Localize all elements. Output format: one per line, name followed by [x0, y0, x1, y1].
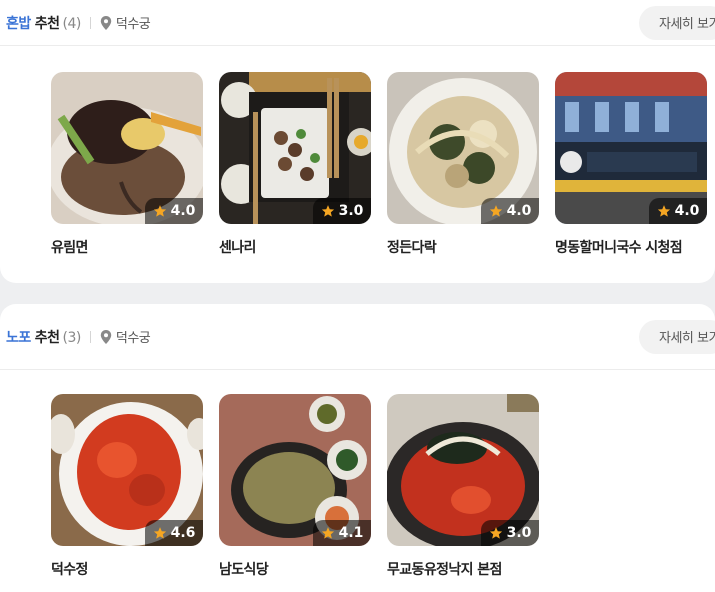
location-label: 덕수궁 [100, 327, 151, 346]
restaurant-photo[interactable]: 4.0 [51, 72, 203, 224]
restaurant-name[interactable]: 유림면 [51, 237, 203, 257]
star-icon [489, 205, 502, 217]
location-label: 덕수궁 [100, 13, 151, 32]
section-count: (3) [62, 329, 82, 346]
rating-badge: 3.0 [481, 520, 539, 546]
restaurant-card[interactable]: 3.0 무교동유정낙지 본점 [387, 394, 539, 579]
section-keyword: 혼밥 [6, 15, 31, 32]
location-text: 덕수궁 [115, 17, 151, 32]
rating-value: 3.0 [338, 203, 364, 219]
star-icon [321, 527, 334, 539]
restaurant-photo[interactable]: 3.0 [219, 72, 371, 224]
restaurant-name[interactable]: 센나리 [219, 237, 371, 257]
rating-value: 3.0 [506, 525, 532, 541]
recommend-section-old-shop: 노포 추천 (3) 덕수궁 자세히 보기 4.6 덕수정 4.1 남도식당 3.… [0, 304, 715, 592]
card-list: 4.6 덕수정 4.1 남도식당 3.0 무교동유정낙지 본점 [51, 394, 539, 579]
restaurant-photo[interactable]: 4.6 [51, 394, 203, 546]
star-icon [153, 205, 166, 217]
restaurant-card[interactable]: 4.0 정든다락 [387, 72, 539, 257]
recommend-section-solo: 혼밥 추천 (4) 덕수궁 자세히 보기 4.0 유림면 3.0 센나리 4.0… [0, 0, 715, 283]
restaurant-name[interactable]: 정든다락 [387, 237, 539, 257]
section-word: 추천 [34, 15, 60, 32]
section-header: 혼밥 추천 (4) 덕수궁 자세히 보기 [0, 0, 715, 46]
section-header: 노포 추천 (3) 덕수궁 자세히 보기 [0, 304, 715, 370]
rating-badge: 4.0 [481, 198, 539, 224]
section-word: 추천 [34, 329, 60, 346]
rating-value: 4.0 [506, 203, 532, 219]
rating-value: 4.0 [674, 203, 700, 219]
more-button[interactable]: 자세히 보기 [639, 319, 715, 354]
more-button[interactable]: 자세히 보기 [639, 5, 715, 40]
star-icon [153, 527, 166, 539]
divider [89, 16, 91, 29]
star-icon [489, 527, 502, 539]
restaurant-name[interactable]: 무교동유정낙지 본점 [387, 559, 539, 579]
section-count: (4) [62, 15, 82, 32]
section-title: 혼밥 추천 (4) [6, 13, 81, 33]
location-text: 덕수궁 [115, 331, 151, 346]
rating-badge: 4.1 [313, 520, 371, 546]
restaurant-photo[interactable]: 4.0 [555, 72, 707, 224]
rating-badge: 4.6 [145, 520, 203, 546]
rating-badge: 4.0 [145, 198, 203, 224]
map-pin-icon [100, 15, 112, 30]
restaurant-photo[interactable]: 4.0 [387, 72, 539, 224]
star-icon [321, 205, 334, 217]
restaurant-card[interactable]: 4.0 명동할머니국수 시청점 [555, 72, 707, 257]
restaurant-name[interactable]: 명동할머니국수 시청점 [555, 237, 707, 257]
rating-badge: 3.0 [313, 198, 371, 224]
rating-value: 4.6 [170, 525, 196, 541]
restaurant-card[interactable]: 3.0 센나리 [219, 72, 371, 257]
restaurant-card[interactable]: 4.6 덕수정 [51, 394, 203, 579]
restaurant-name[interactable]: 남도식당 [219, 559, 371, 579]
restaurant-photo[interactable]: 4.1 [219, 394, 371, 546]
rating-badge: 4.0 [649, 198, 707, 224]
restaurant-card[interactable]: 4.1 남도식당 [219, 394, 371, 579]
star-icon [657, 205, 670, 217]
divider [89, 330, 91, 343]
rating-value: 4.1 [338, 525, 364, 541]
restaurant-photo[interactable]: 3.0 [387, 394, 539, 546]
restaurant-name[interactable]: 덕수정 [51, 559, 203, 579]
rating-value: 4.0 [170, 203, 196, 219]
section-keyword: 노포 [6, 329, 31, 346]
map-pin-icon [100, 329, 112, 344]
section-title: 노포 추천 (3) [6, 327, 81, 347]
card-list: 4.0 유림면 3.0 센나리 4.0 정든다락 4.0 명동할머니국수 시청점 [51, 72, 707, 257]
restaurant-card[interactable]: 4.0 유림면 [51, 72, 203, 257]
